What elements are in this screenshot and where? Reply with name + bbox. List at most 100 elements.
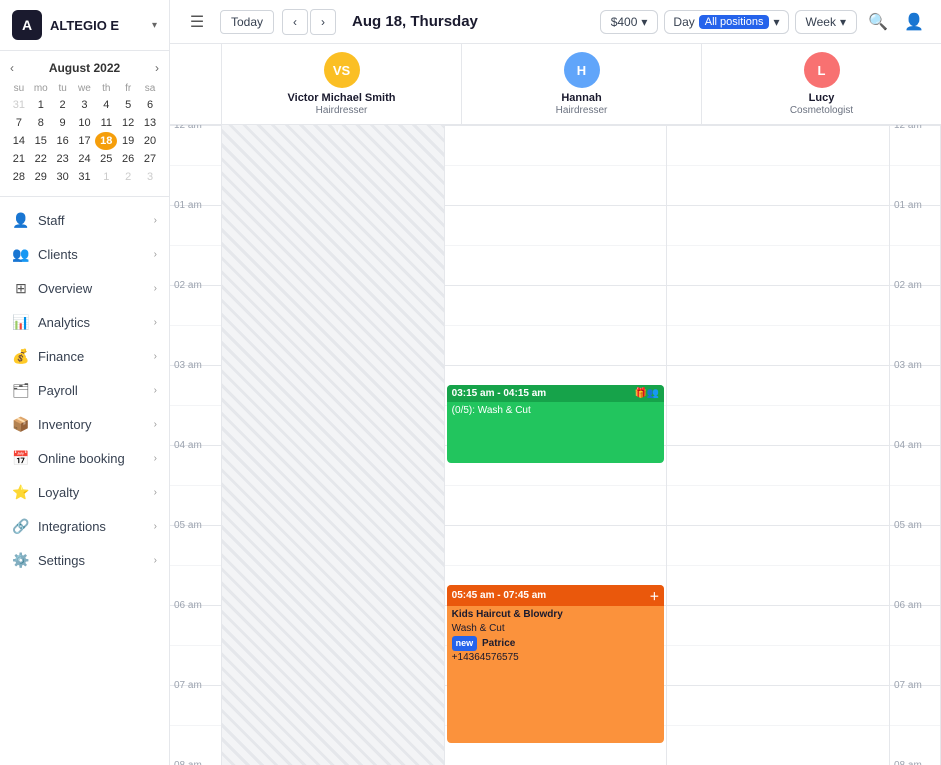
calendar-day[interactable]: 1 <box>30 96 52 114</box>
prev-month-button[interactable]: ‹ <box>8 61 16 75</box>
calendar-day[interactable]: 28 <box>8 168 30 186</box>
next-month-button[interactable]: › <box>153 61 161 75</box>
calendar-body[interactable]: 12 am01 am02 am03 am04 am05 am06 am07 am… <box>170 125 941 765</box>
calendar-day[interactable]: 3 <box>74 96 96 114</box>
sidebar-item-integrations[interactable]: 🔗 Integrations › <box>0 509 169 543</box>
calendar-day[interactable]: 18 <box>95 132 117 150</box>
calendar-day[interactable]: 31 <box>8 96 30 114</box>
calendar-day[interactable]: 5 <box>117 96 139 114</box>
calendar-day[interactable]: 30 <box>52 168 74 186</box>
calendar-day[interactable]: 21 <box>8 150 30 168</box>
sidebar-item-online_booking[interactable]: 📅 Online booking › <box>0 441 169 475</box>
sidebar-item-finance[interactable]: 💰 Finance › <box>0 339 169 373</box>
calendar-day[interactable]: 2 <box>52 96 74 114</box>
calendar-day[interactable]: 20 <box>139 132 161 150</box>
time-slot <box>890 245 940 285</box>
prev-date-button[interactable]: ‹ <box>282 9 308 35</box>
appt-time: 05:45 am - 07:45 am <box>452 590 547 601</box>
sidebar-item-staff[interactable]: 👤 Staff › <box>0 203 169 237</box>
calendar-day[interactable]: 25 <box>95 150 117 168</box>
calendar-day[interactable]: 17 <box>74 132 96 150</box>
grid-col-1[interactable]: 03:15 am - 04:15 am 🎁👥 (0/5): Wash & Cut… <box>445 125 668 765</box>
grid-col-0[interactable] <box>222 125 445 765</box>
grid-slot[interactable] <box>445 245 667 285</box>
calendar-day[interactable]: 16 <box>52 132 74 150</box>
calendar-day[interactable]: 7 <box>8 114 30 132</box>
grid-col-2[interactable] <box>667 125 889 765</box>
logo-icon: A <box>12 10 42 40</box>
sidebar-item-settings[interactable]: ⚙️ Settings › <box>0 543 169 577</box>
calendar-day[interactable]: 8 <box>30 114 52 132</box>
grid-slot[interactable] <box>667 725 889 765</box>
grid-slot[interactable] <box>445 325 667 365</box>
grid-slot[interactable] <box>667 525 889 565</box>
app-name: ALTEGIO E <box>50 18 119 33</box>
calendar-day[interactable]: 6 <box>139 96 161 114</box>
sidebar-item-overview[interactable]: ⊞ Overview › <box>0 271 169 305</box>
calendar-day[interactable]: 31 <box>74 168 96 186</box>
positions-button[interactable]: Day All positions ▾ <box>664 10 788 34</box>
grid-slot[interactable] <box>667 165 889 205</box>
week-button[interactable]: Week ▾ <box>795 10 858 34</box>
calendar-day[interactable]: 9 <box>52 114 74 132</box>
grid-slot[interactable] <box>445 165 667 205</box>
sidebar-item-payroll[interactable]: 🗂 Payroll › <box>0 373 169 407</box>
calendar-day[interactable]: 14 <box>8 132 30 150</box>
calendar-day[interactable]: 26 <box>117 150 139 168</box>
calendar-day[interactable]: 4 <box>95 96 117 114</box>
grid-slot[interactable] <box>667 485 889 525</box>
user-button[interactable]: 👤 <box>899 7 929 37</box>
sidebar-item-inventory[interactable]: 📦 Inventory › <box>0 407 169 441</box>
next-date-button[interactable]: › <box>310 9 336 35</box>
grid-slot[interactable] <box>667 205 889 245</box>
grid-slot[interactable] <box>667 325 889 365</box>
appointment[interactable]: 05:45 am - 07:45 am ＋ Kids Haircut & Blo… <box>447 585 665 743</box>
logo-area[interactable]: A ALTEGIO E ▾ <box>0 0 169 51</box>
search-button[interactable]: 🔍 <box>863 7 893 37</box>
grid-slot[interactable] <box>667 605 889 645</box>
grid-slot[interactable] <box>667 565 889 605</box>
menu-button[interactable]: ☰ <box>182 7 212 37</box>
grid-slot[interactable] <box>445 485 667 525</box>
grid-slot[interactable] <box>667 245 889 285</box>
grid-slot[interactable] <box>445 525 667 565</box>
time-slot: 06 am <box>890 605 940 645</box>
staff-col-0: VS Victor Michael Smith Hairdresser <box>222 44 462 124</box>
sidebar-chevron-icon: › <box>154 487 157 498</box>
grid-slot[interactable] <box>667 365 889 405</box>
grid-slot[interactable] <box>667 645 889 685</box>
time-label: 01 am <box>170 200 206 211</box>
calendar-day[interactable]: 29 <box>30 168 52 186</box>
calendar-day[interactable]: 27 <box>139 150 161 168</box>
grid-slot[interactable] <box>667 405 889 445</box>
grid-slot[interactable] <box>667 445 889 485</box>
calendar-day[interactable]: 13 <box>139 114 161 132</box>
calendar-day[interactable]: 23 <box>52 150 74 168</box>
calendar-day[interactable]: 2 <box>117 168 139 186</box>
grid-slot[interactable] <box>445 125 667 165</box>
settings-icon: ⚙️ <box>12 551 30 569</box>
appointment[interactable]: 03:15 am - 04:15 am 🎁👥 (0/5): Wash & Cut <box>447 385 665 463</box>
grid-slot[interactable] <box>667 685 889 725</box>
sidebar-item-loyalty[interactable]: ⭐ Loyalty › <box>0 475 169 509</box>
grid-slot[interactable] <box>445 285 667 325</box>
grid-slot[interactable] <box>667 125 889 165</box>
calendar-day[interactable]: 12 <box>117 114 139 132</box>
calendar-day[interactable]: 3 <box>139 168 161 186</box>
topbar: ☰ Today ‹ › Aug 18, Thursday $400 ▾ Day … <box>170 0 941 44</box>
grid-slot[interactable] <box>445 205 667 245</box>
calendar-day[interactable]: 19 <box>117 132 139 150</box>
calendar-day[interactable]: 15 <box>30 132 52 150</box>
calendar-day[interactable]: 24 <box>74 150 96 168</box>
today-button[interactable]: Today <box>220 10 274 34</box>
calendar-day[interactable]: 10 <box>74 114 96 132</box>
calendar-day[interactable]: 1 <box>95 168 117 186</box>
calendar-day[interactable]: 22 <box>30 150 52 168</box>
sidebar-item-clients[interactable]: 👥 Clients › <box>0 237 169 271</box>
time-label: 04 am <box>890 440 926 451</box>
sidebar-item-analytics[interactable]: 📊 Analytics › <box>0 305 169 339</box>
budget-filter-button[interactable]: $400 ▾ <box>600 10 659 34</box>
calendar-day[interactable]: 11 <box>95 114 117 132</box>
grid-slot[interactable] <box>667 285 889 325</box>
time-slot <box>170 485 221 525</box>
